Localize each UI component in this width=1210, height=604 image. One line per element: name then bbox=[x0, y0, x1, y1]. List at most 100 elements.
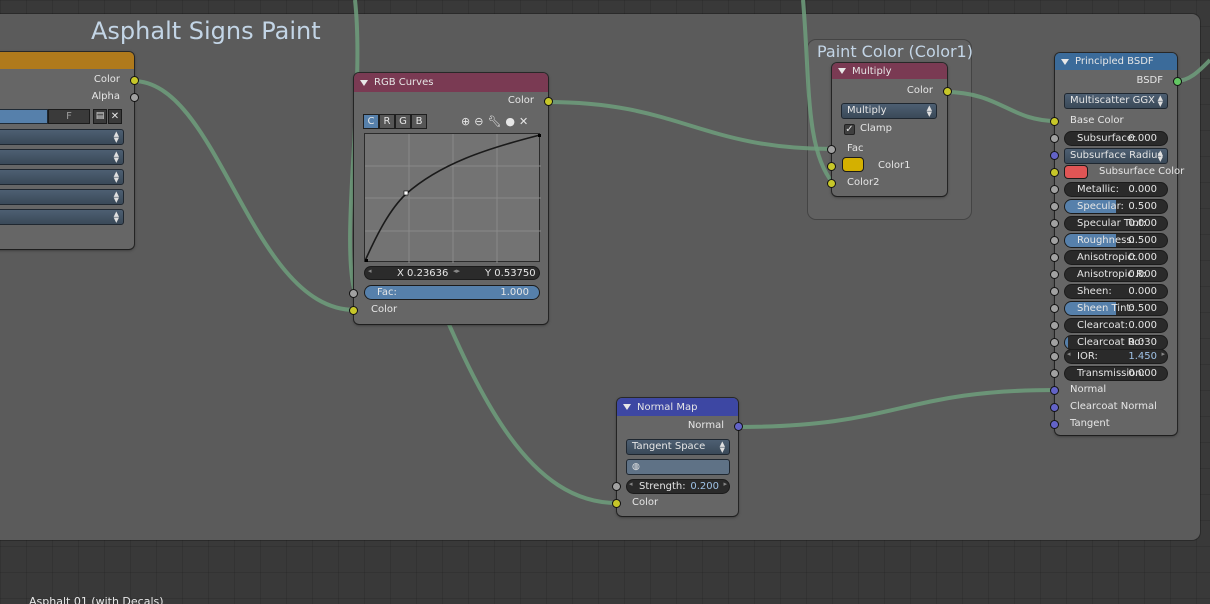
bsdf-slider[interactable]: Roughness: 0.500 bbox=[1064, 233, 1168, 248]
curve-point[interactable] bbox=[365, 259, 368, 262]
transmission-slider[interactable]: Transmission: 0.000 bbox=[1064, 366, 1168, 381]
clearcoat-normal-input-socket[interactable] bbox=[1050, 403, 1059, 412]
arrow-left-icon[interactable]: ◂ bbox=[629, 480, 633, 488]
extension-dropdown[interactable]: ▲ ▼ bbox=[0, 169, 124, 185]
collapse-triangle-icon[interactable] bbox=[623, 404, 631, 410]
bsdf-slider[interactable]: Clearcoat: 0.000 bbox=[1064, 318, 1168, 333]
channel-tab-r[interactable]: R bbox=[379, 114, 395, 129]
collapse-triangle-icon[interactable] bbox=[360, 79, 368, 86]
node-header[interactable]: Principled BSDF bbox=[1055, 53, 1177, 70]
fac-input-socket[interactable] bbox=[827, 145, 836, 154]
subsurface-radius-dropdown[interactable]: Subsurface Radius ▲ ▼ bbox=[1064, 148, 1168, 164]
subsurface-color-input-socket[interactable] bbox=[1050, 168, 1059, 177]
slider-input-socket[interactable] bbox=[1050, 185, 1059, 194]
point-y-field[interactable]: Y 0.53750 bbox=[485, 268, 536, 279]
arrow-right-icon[interactable]: ▸ bbox=[723, 480, 727, 488]
node-editor-canvas[interactable]: Asphalt Signs Paint Paint Color (Color1)… bbox=[0, 0, 1210, 604]
slider-input-socket[interactable] bbox=[1050, 253, 1059, 262]
color-input-socket[interactable] bbox=[349, 306, 358, 315]
fac-input-socket[interactable] bbox=[349, 289, 358, 298]
slider-input-socket[interactable] bbox=[1050, 321, 1059, 330]
wrench-icon[interactable]: 🔧︎ bbox=[487, 115, 501, 128]
subsurface-radius-input-socket[interactable] bbox=[1050, 151, 1059, 160]
delete-point-icon[interactable]: ✕ bbox=[519, 115, 528, 128]
arrow-right-icon[interactable]: ▸ bbox=[1161, 350, 1165, 358]
color2-input-socket[interactable] bbox=[827, 179, 836, 188]
color-output-socket[interactable] bbox=[544, 97, 553, 106]
alpha-output-socket[interactable] bbox=[130, 93, 139, 102]
bsdf-slider[interactable]: Anisotropic R: 0.000 bbox=[1064, 267, 1168, 282]
clamp-checkbox[interactable]: ✓ bbox=[844, 124, 855, 135]
arrow-left-icon[interactable]: ◂▸ bbox=[453, 267, 460, 275]
channel-tab-g[interactable]: G bbox=[395, 114, 411, 129]
image-name-field[interactable] bbox=[0, 109, 48, 124]
distribution-dropdown[interactable]: Multiscatter GGX ▲ ▼ bbox=[1064, 93, 1168, 109]
slider-input-socket[interactable] bbox=[1050, 338, 1059, 347]
image-texture-node[interactable]: Color Alpha F ▤ ✕ ▲ ▼ ▲ ▼ ▲ ▼ ▲ ▼ ▲ ▼ bbox=[0, 52, 139, 249]
subsurface-color-swatch[interactable] bbox=[1064, 165, 1088, 179]
node-header[interactable]: Normal Map bbox=[617, 398, 738, 416]
color-space-dropdown[interactable]: ▲ ▼ bbox=[0, 189, 124, 205]
fake-user-toggle[interactable]: F bbox=[48, 109, 90, 124]
ior-field[interactable]: ◂ IOR: 1.450 ▸ bbox=[1064, 349, 1168, 364]
bsdf-slider[interactable]: Specular: 0.500 bbox=[1064, 199, 1168, 214]
bsdf-slider[interactable]: Metallic: 0.000 bbox=[1064, 182, 1168, 197]
node-header[interactable]: Multiply bbox=[832, 63, 947, 79]
channel-tab-c[interactable]: C bbox=[363, 114, 379, 129]
color-output-socket[interactable] bbox=[943, 87, 952, 96]
bsdf-slider[interactable]: Specular Tint: 0.000 bbox=[1064, 216, 1168, 231]
rgb-curves-node[interactable]: RGB Curves Color C R G B ⊕ ⊖ 🔧︎ ● ✕ ◂ X … bbox=[349, 73, 553, 324]
alpha-mode-dropdown[interactable]: ▲ ▼ bbox=[0, 209, 124, 225]
slider-input-socket[interactable] bbox=[1050, 287, 1059, 296]
color-input-socket[interactable] bbox=[612, 499, 621, 508]
point-x-field[interactable]: X 0.23636 bbox=[397, 268, 448, 279]
image-selector[interactable]: F ▤ ✕ bbox=[0, 109, 126, 124]
bsdf-slider[interactable]: Sheen: 0.000 bbox=[1064, 284, 1168, 299]
color1-input-socket[interactable] bbox=[827, 162, 836, 171]
node-header[interactable]: RGB Curves bbox=[354, 73, 548, 92]
arrow-left-icon[interactable]: ◂ bbox=[1067, 350, 1071, 358]
projection-dropdown[interactable]: ▲ ▼ bbox=[0, 149, 124, 165]
bsdf-slider[interactable]: Anisotropic: 0.000 bbox=[1064, 250, 1168, 265]
channel-tab-b[interactable]: B bbox=[411, 114, 427, 129]
subsurface-slider[interactable]: Subsurface: 0.000 bbox=[1064, 131, 1168, 146]
multiply-node[interactable]: Multiply Color Multiply ▲ ▼ ✓ Clamp Fac C… bbox=[827, 63, 952, 196]
normal-output-socket[interactable] bbox=[734, 422, 743, 431]
curve-point[interactable] bbox=[403, 190, 409, 196]
transmission-input-socket[interactable] bbox=[1050, 369, 1059, 378]
color1-swatch[interactable] bbox=[842, 157, 864, 172]
curve-point[interactable] bbox=[538, 134, 541, 137]
strength-input-socket[interactable] bbox=[612, 482, 621, 491]
slider-input-socket[interactable] bbox=[1050, 270, 1059, 279]
principled-bsdf-node[interactable]: Principled BSDF BSDF Multiscatter GGX ▲ ▼… bbox=[1050, 53, 1184, 435]
zoom-out-icon[interactable]: ⊖ bbox=[474, 115, 483, 128]
fac-slider[interactable]: Fac: 1.000 bbox=[364, 285, 540, 300]
zoom-in-icon[interactable]: ⊕ bbox=[461, 115, 470, 128]
interpolation-dropdown[interactable]: ▲ ▼ bbox=[0, 129, 124, 145]
slider-input-socket[interactable] bbox=[1050, 304, 1059, 313]
collapse-triangle-icon[interactable] bbox=[838, 68, 846, 74]
tangent-input-socket[interactable] bbox=[1050, 420, 1059, 429]
open-image-icon[interactable]: ▤ bbox=[93, 109, 107, 124]
node-header[interactable] bbox=[0, 52, 134, 69]
space-dropdown[interactable]: Tangent Space ▲ ▼ bbox=[626, 439, 730, 455]
color-output-socket[interactable] bbox=[130, 76, 139, 85]
blend-mode-dropdown[interactable]: Multiply ▲ ▼ bbox=[841, 103, 937, 119]
normal-input-socket[interactable] bbox=[1050, 386, 1059, 395]
collapse-triangle-icon[interactable] bbox=[1061, 58, 1069, 65]
slider-input-socket[interactable] bbox=[1050, 219, 1059, 228]
slider-input-socket[interactable] bbox=[1050, 236, 1059, 245]
curve-graph[interactable] bbox=[364, 133, 541, 263]
subsurface-input-socket[interactable] bbox=[1050, 134, 1059, 143]
unlink-image-icon[interactable]: ✕ bbox=[108, 109, 122, 124]
bsdf-slider[interactable]: Clearcoat Ro: 0.030 bbox=[1064, 335, 1168, 350]
normal-map-node[interactable]: Normal Map Normal Tangent Space ▲ ▼ ◍ ◂ S… bbox=[612, 398, 743, 516]
bsdf-slider[interactable]: Sheen Tint: 0.500 bbox=[1064, 301, 1168, 316]
uv-map-field[interactable]: ◍ bbox=[626, 459, 730, 475]
arrow-left-icon[interactable]: ◂ bbox=[368, 267, 372, 275]
ior-input-socket[interactable] bbox=[1050, 352, 1059, 361]
bsdf-output-socket[interactable] bbox=[1173, 77, 1182, 86]
clamp-row[interactable]: ✓ Clamp bbox=[832, 122, 947, 138]
strength-field[interactable]: ◂ Strength: 0.200 ▸ bbox=[626, 479, 730, 494]
base-color-input-socket[interactable] bbox=[1050, 117, 1059, 126]
